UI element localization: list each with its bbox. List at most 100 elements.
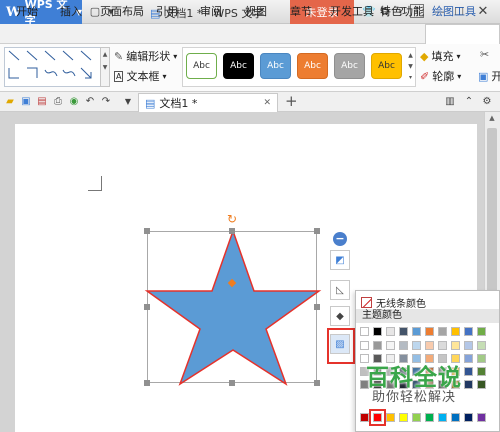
fill-label: 填充 bbox=[431, 50, 454, 63]
theme-color-swatch[interactable] bbox=[399, 327, 408, 336]
theme-shade-swatch[interactable] bbox=[451, 341, 460, 350]
style-swatch[interactable]: Abc bbox=[186, 53, 217, 79]
rotate-handle-icon[interactable]: ↻ bbox=[226, 213, 238, 225]
fill-quick-button[interactable]: ◆ bbox=[330, 306, 350, 326]
theme-shade-swatch[interactable] bbox=[438, 341, 447, 350]
theme-shade-swatch[interactable] bbox=[464, 354, 473, 363]
display-icon[interactable]: ▥ bbox=[444, 95, 456, 107]
theme-shade-swatch[interactable] bbox=[464, 341, 473, 350]
theme-shade-swatch[interactable] bbox=[464, 380, 473, 389]
settings-icon[interactable]: ⚙ bbox=[481, 95, 493, 107]
scroll-up-icon[interactable]: ▲ bbox=[486, 114, 498, 124]
no-color-icon bbox=[361, 297, 372, 308]
line-shapes-icon bbox=[8, 50, 92, 79]
export-pdf-icon[interactable]: ▤ bbox=[36, 95, 48, 107]
standard-color-swatch[interactable] bbox=[451, 413, 460, 422]
chevron-down-icon[interactable]: ▼ bbox=[122, 95, 134, 107]
standard-color-swatch[interactable] bbox=[464, 413, 473, 422]
format-painter-icon[interactable]: ✂ bbox=[480, 48, 489, 61]
effects-button[interactable]: ▣ 开 bbox=[478, 68, 500, 84]
theme-color-swatch[interactable] bbox=[360, 327, 369, 336]
close-tab-icon[interactable]: ✕ bbox=[263, 98, 271, 108]
theme-color-swatch[interactable] bbox=[438, 327, 447, 336]
undo-icon[interactable]: ↶ bbox=[84, 95, 96, 107]
tab-drawing-tools[interactable]: 绘图工具 bbox=[432, 3, 476, 19]
standard-color-swatch[interactable] bbox=[438, 413, 447, 422]
theme-color-swatch[interactable] bbox=[464, 327, 473, 336]
shape-style-button[interactable]: ◺ bbox=[330, 280, 350, 300]
resize-handle[interactable] bbox=[144, 304, 150, 310]
standard-color-swatch[interactable] bbox=[360, 413, 369, 422]
resize-handle[interactable] bbox=[144, 228, 150, 234]
text-box-button[interactable]: A 文本框 ▾ bbox=[114, 68, 167, 84]
style-swatch[interactable]: Abc bbox=[334, 53, 365, 79]
style-swatch[interactable]: Abc bbox=[297, 53, 328, 79]
resize-handle[interactable] bbox=[229, 228, 235, 234]
open-folder-icon[interactable]: ▰ bbox=[4, 95, 16, 107]
theme-shade-swatch[interactable] bbox=[360, 341, 369, 350]
save-icon[interactable]: ▣ bbox=[20, 95, 32, 107]
resize-handle[interactable] bbox=[314, 380, 320, 386]
theme-color-swatch[interactable] bbox=[425, 327, 434, 336]
resize-handle[interactable] bbox=[314, 228, 320, 234]
theme-color-swatch[interactable] bbox=[412, 327, 421, 336]
tab-chapter[interactable]: 章节 bbox=[290, 3, 312, 19]
resize-handle[interactable] bbox=[314, 304, 320, 310]
standard-color-swatch[interactable] bbox=[425, 413, 434, 422]
line-shapes-gallery[interactable] bbox=[4, 47, 102, 87]
collapse-ribbon-icon[interactable]: ⌃ bbox=[463, 95, 475, 107]
theme-shade-swatch[interactable] bbox=[477, 354, 486, 363]
tab-page-layout[interactable]: 页面布局 bbox=[100, 3, 144, 19]
theme-shade-swatch[interactable] bbox=[464, 367, 473, 376]
gallery-scroll-button[interactable]: ▲ ▼ bbox=[100, 47, 110, 87]
theme-shade-swatch[interactable] bbox=[412, 341, 421, 350]
theme-color-swatch[interactable] bbox=[477, 327, 486, 336]
style-swatch[interactable]: Abc bbox=[223, 53, 254, 79]
star-polygon[interactable] bbox=[144, 228, 322, 386]
tab-view[interactable]: 视图 bbox=[245, 3, 267, 19]
print-icon[interactable]: ⎙ bbox=[52, 95, 64, 107]
standard-color-swatch[interactable] bbox=[412, 413, 421, 422]
style-swatch[interactable]: Abc bbox=[371, 53, 402, 79]
tab-developer[interactable]: 开发工具 bbox=[330, 3, 374, 19]
style-gallery-scroll[interactable]: ▲ ▼ ▾ bbox=[406, 50, 415, 84]
tab-review[interactable]: 审阅 bbox=[200, 3, 222, 19]
collapse-icon[interactable]: − bbox=[333, 232, 347, 246]
edit-shape-button[interactable]: ✎ 编辑形状 ▾ bbox=[114, 48, 177, 64]
tab-references[interactable]: 引用 bbox=[156, 3, 178, 19]
tab-insert[interactable]: 插入 bbox=[60, 3, 82, 19]
standard-color-swatch[interactable] bbox=[477, 413, 486, 422]
theme-shade-swatch[interactable] bbox=[477, 367, 486, 376]
theme-color-swatch[interactable] bbox=[386, 327, 395, 336]
paint-bucket-icon: ◆ bbox=[420, 49, 429, 63]
print-preview-icon[interactable]: ◉ bbox=[68, 95, 80, 107]
resize-handle[interactable] bbox=[229, 380, 235, 386]
tab-special-features[interactable]: 特色功能 bbox=[380, 3, 424, 19]
theme-shade-swatch[interactable] bbox=[373, 341, 382, 350]
theme-shade-swatch[interactable] bbox=[477, 341, 486, 350]
resize-handle[interactable] bbox=[144, 380, 150, 386]
standard-color-swatch[interactable] bbox=[386, 413, 395, 422]
scrollbar-thumb[interactable] bbox=[487, 128, 497, 298]
theme-shade-swatch[interactable] bbox=[425, 341, 434, 350]
outline-pen-icon: ✐ bbox=[420, 69, 430, 83]
redo-icon[interactable]: ↷ bbox=[100, 95, 112, 107]
theme-shade-swatch[interactable] bbox=[477, 380, 486, 389]
theme-shade-swatch[interactable] bbox=[386, 341, 395, 350]
fill-button[interactable]: ◆ 填充 ▾ bbox=[420, 48, 460, 64]
theme-color-swatch[interactable] bbox=[451, 327, 460, 336]
no-line-label: 无线条颜色 bbox=[376, 299, 426, 310]
no-line-color-option[interactable]: 无线条颜色 bbox=[361, 295, 426, 310]
theme-color-swatch[interactable] bbox=[373, 327, 382, 336]
chevron-down-icon: ▾ bbox=[162, 71, 167, 81]
theme-shade-swatch[interactable] bbox=[399, 341, 408, 350]
document-tab[interactable]: ▤ 文档1 * ✕ bbox=[138, 93, 278, 112]
layout-options-button[interactable]: ◩ bbox=[330, 250, 350, 270]
new-tab-button[interactable]: + bbox=[285, 92, 298, 110]
standard-color-swatch[interactable] bbox=[399, 413, 408, 422]
style-swatch[interactable]: Abc bbox=[260, 53, 291, 79]
tab-home[interactable]: 开始 bbox=[16, 3, 38, 19]
outline-button[interactable]: ✐ 轮廓 ▾ bbox=[420, 68, 461, 84]
star-shape[interactable] bbox=[144, 228, 322, 387]
close-icon[interactable]: ✕ bbox=[476, 4, 490, 19]
